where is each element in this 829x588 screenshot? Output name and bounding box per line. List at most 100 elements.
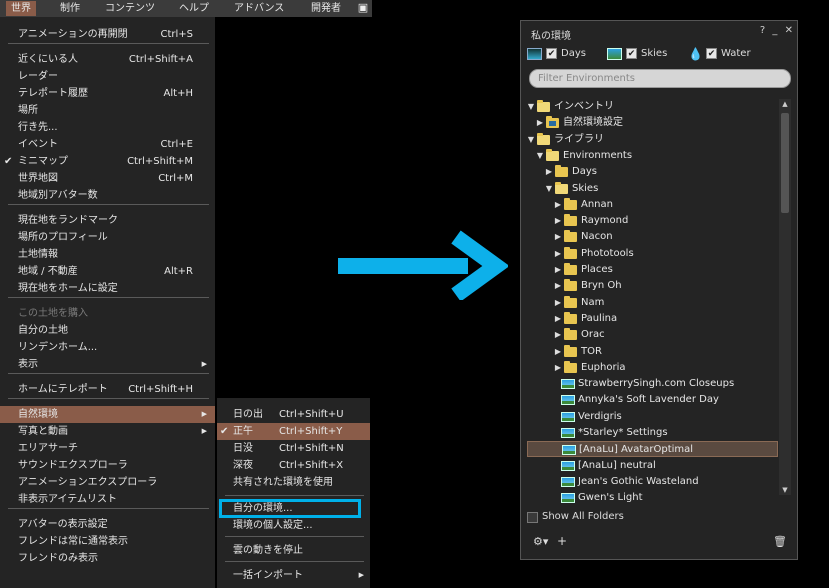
tree-item-folder[interactable]: ▶ Paulina — [527, 311, 778, 327]
expand-down-icon[interactable]: ▼ — [545, 181, 553, 197]
tree-item-folder[interactable]: ▶ Nacon — [527, 229, 778, 245]
menu-developer[interactable]: 開発者 — [306, 1, 346, 16]
menu-item-photo-video[interactable]: 写真と動画 ▶ — [0, 423, 215, 440]
menu-advanced[interactable]: アドバンス — [229, 1, 289, 16]
expand-right-icon[interactable]: ▶ — [536, 115, 544, 131]
tree-item-sky[interactable]: [AnaLu] neutral — [527, 458, 778, 474]
scroll-down-icon[interactable]: ▼ — [779, 486, 791, 494]
tree-item-folder[interactable]: ▶ Days — [527, 164, 778, 180]
expand-right-icon[interactable]: ▶ — [554, 278, 562, 294]
menu-item-linden-homes[interactable]: リンデンホーム... — [0, 339, 215, 356]
scroll-up-icon[interactable]: ▲ — [779, 100, 791, 108]
tree-item-sky[interactable]: StrawberrySingh.com Closeups — [527, 376, 778, 392]
tree-item-sky[interactable]: Jean's Gothic Wasteland — [527, 474, 778, 490]
tree-item-folder[interactable]: ▶ Phototools — [527, 246, 778, 262]
tree-item-sky[interactable]: [AnaLu] AvatarOptimal — [527, 441, 778, 458]
filter-environments-field[interactable] — [529, 69, 791, 88]
expand-right-icon[interactable]: ▶ — [554, 360, 562, 376]
menu-item-show-friends-only[interactable]: フレンドのみ表示 — [0, 550, 215, 567]
expand-right-icon[interactable]: ▶ — [554, 262, 562, 278]
minimize-button[interactable]: _ — [772, 25, 777, 36]
menu-item-radar[interactable]: レーダー — [0, 68, 215, 85]
tree-item-folder[interactable]: ▶ Euphoria — [527, 360, 778, 376]
skies-checkbox[interactable]: ✔ — [626, 48, 637, 59]
tree-item-folder[interactable]: ▼ Skies — [527, 181, 778, 197]
menu-item-region-estate[interactable]: 地域 / 不動産 Alt+R — [0, 263, 215, 280]
tree-item-folder[interactable]: ▶ Bryn Oh — [527, 278, 778, 294]
submenu-item-use-shared-environment[interactable]: 共有された環境を使用 — [217, 474, 370, 491]
submenu-item-sunrise[interactable]: 日の出 Ctrl+Shift+U — [217, 406, 370, 423]
menu-item-always-show-friends[interactable]: フレンドは常に通常表示 — [0, 533, 215, 550]
menu-item-resume-animation[interactable]: アニメーションの再開閉 Ctrl+S — [0, 26, 215, 43]
menu-item-events[interactable]: イベント Ctrl+E — [0, 136, 215, 153]
menu-item-area-search[interactable]: エリアサーチ — [0, 440, 215, 457]
menu-item-set-home-here[interactable]: 現在地をホームに設定 — [0, 280, 215, 297]
expand-right-icon[interactable]: ▶ — [554, 246, 562, 262]
menu-item-buy-this-land[interactable]: この土地を購入 — [0, 305, 215, 322]
tree-item-folder[interactable]: ▼ Environments — [527, 148, 778, 164]
expand-right-icon[interactable]: ▶ — [554, 311, 562, 327]
submenu-item-midnight[interactable]: 深夜 Ctrl+Shift+X — [217, 457, 370, 474]
menu-item-nearby-people[interactable]: 近くにいる人 Ctrl+Shift+A — [0, 51, 215, 68]
tree-item-folder[interactable]: ▼ ライブラリ — [527, 132, 778, 148]
submenu-item-sunset[interactable]: 日没 Ctrl+Shift+N — [217, 440, 370, 457]
expand-down-icon[interactable]: ▼ — [527, 132, 535, 148]
expand-right-icon[interactable]: ▶ — [554, 213, 562, 229]
submenu-item-pause-clouds[interactable]: 雲の動きを停止 — [217, 542, 370, 559]
tree-item-sky[interactable]: Gwen's Light — [527, 490, 778, 506]
tree-item-folder[interactable]: ▶ Places — [527, 262, 778, 278]
menu-item-teleport-home[interactable]: ホームにテレポート Ctrl+Shift+H — [0, 381, 215, 398]
submenu-item-bulk-import[interactable]: 一括インポート ▶ — [217, 567, 370, 584]
scroll-thumb[interactable] — [781, 113, 789, 213]
water-checkbox[interactable]: ✔ — [706, 48, 717, 59]
trash-icon[interactable]: 🗑 — [773, 535, 787, 548]
menu-item-animation-explorer[interactable]: アニメーションエクスプローラ — [0, 474, 215, 491]
add-icon[interactable]: + — [557, 534, 567, 548]
gear-icon[interactable]: ⚙▾ — [533, 535, 548, 548]
days-checkbox[interactable]: ✔ — [546, 48, 557, 59]
tree-scrollbar[interactable]: ▲ ▼ — [779, 99, 791, 495]
tree-item-sky[interactable]: Verdigris — [527, 409, 778, 425]
expand-right-icon[interactable]: ▶ — [554, 344, 562, 360]
show-all-folders-checkbox[interactable] — [527, 512, 538, 523]
menu-item-show[interactable]: 表示 ▶ — [0, 356, 215, 373]
close-button[interactable]: ✕ — [785, 25, 793, 36]
tree-item-folder[interactable]: ▶ Orac — [527, 327, 778, 343]
menu-item-blocked-items-list[interactable]: 非表示アイテムリスト — [0, 491, 215, 508]
menu-build[interactable]: 制作 — [55, 1, 85, 16]
expand-right-icon[interactable]: ▶ — [554, 197, 562, 213]
tree-item-sky[interactable]: Annyka's Soft Lavender Day — [527, 392, 778, 408]
menu-item-places[interactable]: 場所 — [0, 102, 215, 119]
tree-item-sky[interactable]: *Starley* Settings — [527, 425, 778, 441]
expand-down-icon[interactable]: ▼ — [527, 99, 535, 115]
expand-down-icon[interactable]: ▼ — [536, 148, 544, 164]
tree-item-folder[interactable]: ▼ インベントリ — [527, 99, 778, 115]
expand-right-icon[interactable]: ▶ — [545, 164, 553, 180]
menu-item-land-info[interactable]: 土地情報 — [0, 246, 215, 263]
menu-item-world-map[interactable]: 世界地図 Ctrl+M — [0, 170, 215, 187]
menu-item-minimap[interactable]: ✔ ミニマップ Ctrl+Shift+M — [0, 153, 215, 170]
expand-right-icon[interactable]: ▶ — [554, 229, 562, 245]
filter-environments-input[interactable] — [530, 70, 790, 87]
tree-item-folder[interactable]: ▶ Annan — [527, 197, 778, 213]
media-icon[interactable]: ▣ — [356, 1, 370, 15]
menu-help[interactable]: ヘルプ — [174, 1, 214, 16]
menu-item-place-profile[interactable]: 場所のプロフィール — [0, 229, 215, 246]
menu-item-destinations[interactable]: 行き先... — [0, 119, 215, 136]
submenu-item-midday[interactable]: ✔ 正午 Ctrl+Shift+Y — [217, 423, 370, 440]
submenu-item-personal-lighting[interactable]: 環境の個人設定... — [217, 517, 370, 534]
expand-right-icon[interactable]: ▶ — [554, 295, 562, 311]
menu-content[interactable]: コンテンツ — [100, 1, 160, 16]
menu-item-avatar-render-settings[interactable]: アバターの表示設定 — [0, 516, 215, 533]
tree-item-folder[interactable]: ▶ Raymond — [527, 213, 778, 229]
menu-item-teleport-history[interactable]: テレポート履歴 Alt+H — [0, 85, 215, 102]
tree-item-folder[interactable]: ▶ Nam — [527, 295, 778, 311]
tree-item-folder[interactable]: ▶ 自然環境設定 — [527, 115, 778, 131]
expand-right-icon[interactable]: ▶ — [554, 327, 562, 343]
menu-item-landmark-here[interactable]: 現在地をランドマーク — [0, 212, 215, 229]
menu-item-environment[interactable]: 自然環境 ▶ — [0, 406, 215, 423]
menu-item-my-land[interactable]: 自分の土地 — [0, 322, 215, 339]
menu-item-sound-explorer[interactable]: サウンドエクスプローラ — [0, 457, 215, 474]
help-button[interactable]: ? — [760, 25, 765, 36]
menu-world[interactable]: 世界 — [6, 1, 36, 16]
